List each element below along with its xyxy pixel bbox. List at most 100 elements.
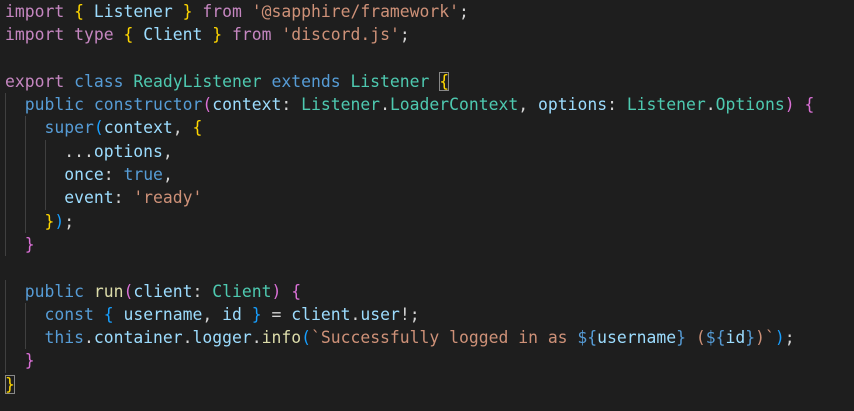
code-token: , (202, 304, 223, 324)
code-token: `Successfully logged in as (310, 328, 578, 348)
code-token: { (123, 25, 134, 45)
indent-guide (24, 302, 26, 327)
code-token: ) (271, 281, 282, 301)
code-token: ) (774, 328, 785, 348)
code-token: import (5, 25, 65, 45)
code-line[interactable]: }); (5, 209, 814, 233)
code-token: } (676, 328, 686, 348)
code-token: . (251, 328, 262, 348)
code-token: } (745, 328, 756, 348)
code-token: ( (123, 281, 134, 301)
indent-guide (5, 163, 6, 187)
code-token: ${ (577, 328, 598, 348)
code-token: class (74, 71, 124, 91)
code-token: super (44, 118, 94, 138)
code-token: : (607, 95, 627, 115)
code-token: true (123, 165, 163, 185)
code-token: constructor (93, 95, 203, 115)
code-token: } (44, 211, 55, 231)
code-token: from (202, 2, 242, 21)
code-token: . (83, 328, 94, 348)
indent-guide (5, 139, 6, 164)
code-token: Listener (93, 2, 173, 21)
code-line[interactable] (5, 47, 814, 70)
code-token: } (212, 25, 223, 45)
code-line[interactable]: ...options, (5, 139, 814, 164)
code-line[interactable]: import type { Client } from 'discord.js'… (5, 23, 814, 46)
code-line[interactable]: public constructor(context: Listener.Loa… (5, 93, 815, 117)
code-token: : (113, 188, 134, 208)
code-token: Client (143, 25, 203, 45)
code-token: . (705, 95, 716, 115)
code-token: ( (686, 328, 706, 348)
code-token: . (182, 328, 193, 348)
code-lines[interactable]: import { Listener } from '@sapphire/fram… (5, 0, 814, 396)
code-token: : (281, 95, 302, 115)
code-line[interactable]: } (5, 349, 814, 373)
code-token: , (162, 165, 173, 185)
indent-guide (44, 139, 46, 164)
code-token: options (93, 141, 163, 161)
code-line[interactable]: event: 'ready' (5, 186, 814, 210)
code-token: ; (399, 25, 410, 45)
indent-guide (5, 349, 6, 373)
code-line[interactable]: const { username, id } = client.user!; (5, 302, 814, 327)
code-line[interactable]: export class ReadyListener extends Liste… (5, 70, 814, 93)
code-token: run (93, 281, 124, 301)
code-token: this (44, 328, 84, 348)
code-token: . (380, 95, 390, 115)
indent-guide (5, 209, 6, 233)
code-token: const (44, 304, 94, 324)
code-token: Client (212, 281, 272, 301)
indent-guide (24, 209, 26, 233)
code-token: ... (64, 141, 94, 161)
code-line[interactable]: super(context, { (5, 116, 814, 140)
code-token: ; (64, 211, 75, 231)
code-line[interactable]: } (5, 232, 814, 257)
code-line[interactable]: public run(client: Client) { (5, 279, 814, 303)
code-line[interactable]: once: true, (5, 163, 814, 187)
code-token: Listener (626, 95, 706, 115)
indent-guide (24, 116, 26, 140)
code-token: , (518, 95, 538, 115)
code-token: from (232, 25, 272, 45)
code-token: . (350, 304, 361, 324)
code-token: ( (93, 118, 104, 138)
code-token: { (804, 95, 815, 115)
indent-guide (5, 326, 6, 350)
code-token: public (24, 95, 84, 115)
code-token: ( (202, 95, 213, 115)
code-token: options (537, 95, 608, 115)
code-token: '@sapphire/framework' (251, 2, 460, 21)
code-line[interactable]: import { Listener } from '@sapphire/fram… (5, 0, 814, 23)
code-line[interactable]: } (5, 373, 814, 396)
code-editor[interactable]: import { Listener } from '@sapphire/fram… (0, 0, 854, 411)
code-line[interactable] (5, 256, 814, 279)
code-token: } (24, 351, 35, 371)
code-token: { (103, 304, 114, 324)
code-token: ReadyListener (133, 71, 262, 91)
code-token: logger (192, 328, 252, 348)
code-token: public (24, 281, 84, 301)
code-token: ; (784, 328, 795, 348)
code-line[interactable]: this.container.logger.info(`Successfully… (5, 326, 814, 350)
code-token: id (222, 304, 242, 324)
